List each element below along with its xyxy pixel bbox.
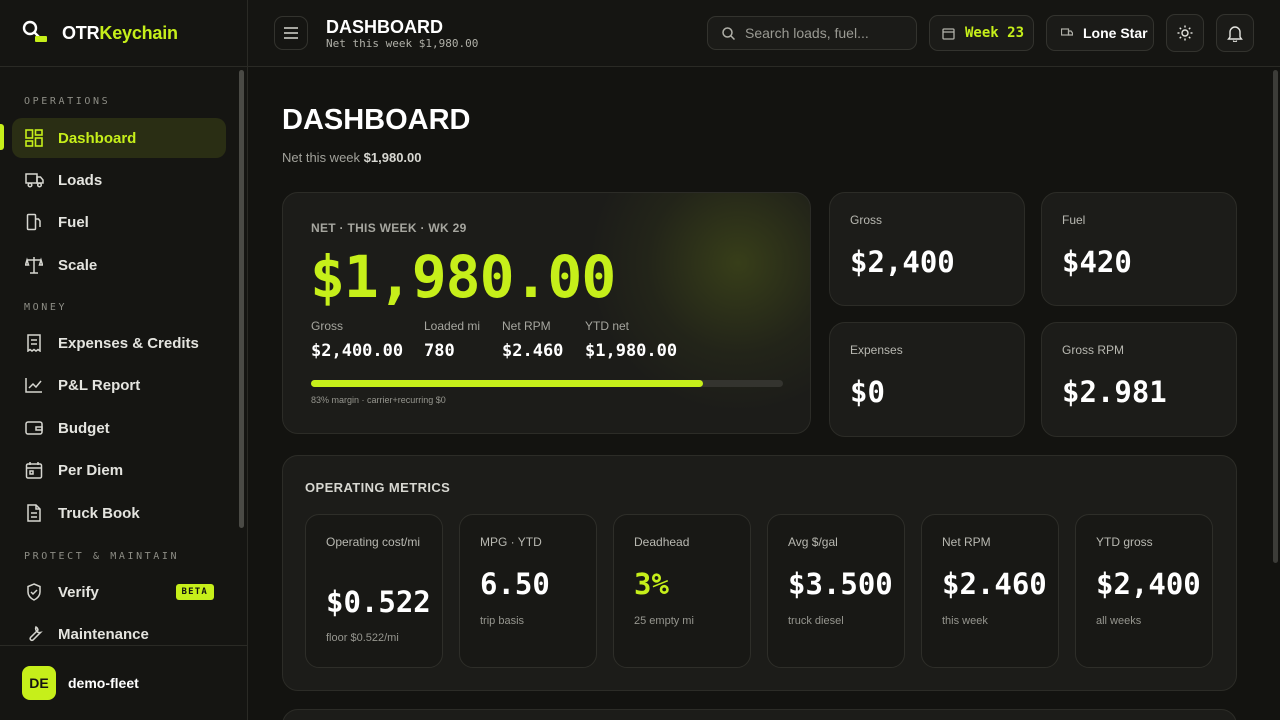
brand-logo[interactable]: OTRKeychain [0,0,247,67]
avatar: DE [22,666,56,700]
sidebar-item-label: Scale [58,256,98,274]
fuel-icon [24,212,44,232]
truck-icon [24,170,44,190]
main-content: DASHBOARD Net this week $1,980.00 NET · … [248,68,1280,720]
sidebar-item-dashboard[interactable]: Dashboard [12,118,226,158]
search-icon [722,26,735,40]
margin-note: 83% margin · carrier+recurring $0 [311,395,446,405]
metric-avg-per-gal: Avg $/gal $3.500 truck diesel [767,514,905,668]
hero-label: NET · THIS WEEK · WK 29 [311,221,467,235]
truck-icon [1061,28,1073,36]
operating-metrics-title: OPERATING METRICS [305,480,451,495]
sidebar-item-pl-report[interactable]: P&L Report [12,365,226,405]
main-scrollbar[interactable] [1273,70,1278,563]
sidebar-item-label: P&L Report [58,376,141,394]
sidebar-item-label: Fuel [58,213,89,231]
dashboard-icon [24,128,44,148]
calendar-icon [942,27,955,40]
calendar-icon [24,460,44,480]
page-title: DASHBOARD [282,104,471,136]
page-subtitle: Net this week $1,980.00 [282,150,422,165]
chart-icon [24,375,44,395]
fuel-card: Fuel $420 [1041,192,1237,306]
margin-progress-bar [311,380,783,387]
sidebar-item-label: Verify [58,583,99,601]
sidebar-item-loads[interactable]: Loads [12,160,226,200]
sidebar-item-label: Per Diem [58,461,124,479]
truck-selector[interactable]: Lone Star [1046,15,1154,51]
sun-icon [1177,25,1193,41]
receipt-icon [24,333,44,353]
search-placeholder: Search loads, fuel... [745,25,869,41]
sidebar-nav: OPERATIONS Dashboard Loads Fuel Scale MO… [0,67,247,645]
bell-icon [1227,25,1243,42]
top-bar: DASHBOARD Net this week $1,980.00 Search… [248,0,1280,67]
sidebar-scrollbar[interactable] [239,70,244,528]
sidebar-item-maintenance[interactable]: Maintenance [12,614,226,645]
sidebar-item-label: Dashboard [58,129,137,147]
beta-badge: BETA [175,584,214,600]
header-title-block: DASHBOARD Net this week $1,980.00 [326,17,478,51]
sidebar-item-scale[interactable]: Scale [12,245,226,285]
notifications-button[interactable] [1216,14,1254,52]
wallet-icon [24,418,44,438]
menu-button[interactable] [274,16,308,50]
sidebar-item-label: Truck Book [58,504,140,522]
operating-metrics-panel: OPERATING METRICS Operating cost/mi $0.52… [282,455,1237,691]
hamburger-icon [284,27,298,39]
expenses-card: Expenses $0 [829,322,1025,437]
hero-stat-net-rpm: Net RPM $2.460 [502,319,564,361]
user-profile[interactable]: DE demo-fleet [0,645,247,720]
sidebar-item-budget[interactable]: Budget [12,408,226,448]
hero-stat-loaded-mi: Loaded mi 780 [424,319,481,361]
key-logo-icon [22,20,47,42]
scale-icon [24,255,44,275]
wrench-icon [24,624,44,644]
section-protect-maintain: PROTECT & MAINTAIN [24,551,180,562]
header-subtitle: Net this week $1,980.00 [326,37,479,50]
metric-mpg-ytd: MPG · YTD 6.50 trip basis [459,514,597,668]
next-panel-peek [282,709,1237,720]
net-hero-card: NET · THIS WEEK · WK 29 $1,980.00 Gross $… [282,192,811,434]
hero-stat-ytd-net: YTD net $1,980.00 [585,319,678,361]
search-input[interactable]: Search loads, fuel... [707,16,917,50]
sidebar: OTRKeychain OPERATIONS Dashboard Loads F… [0,0,248,720]
hero-stat-gross: Gross $2,400.00 [311,319,404,361]
week-label: Week 23 [965,25,1025,41]
sidebar-item-fuel[interactable]: Fuel [12,202,226,242]
shield-icon [24,582,44,602]
metric-net-rpm: Net RPM $2.460 this week [921,514,1059,668]
sidebar-item-truck-book[interactable]: Truck Book [12,493,226,533]
margin-progress-fill [311,380,703,387]
sidebar-item-label: Maintenance [58,625,149,643]
metric-operating-cost: Operating cost/mi $0.522 floor $0.522/mi [305,514,443,668]
sidebar-item-label: Loads [58,171,103,189]
user-name: demo-fleet [68,675,139,691]
sidebar-item-verify[interactable]: Verify BETA [12,572,226,612]
metric-deadhead: Deadhead 3% 25 empty mi [613,514,751,668]
section-money: MONEY [24,302,68,313]
truck-label: Lone Star [1083,25,1148,41]
hero-net-value: $1,980.00 [310,243,616,311]
sidebar-item-per-diem[interactable]: Per Diem [12,450,226,490]
active-indicator [0,124,4,150]
metric-ytd-gross: YTD gross $2,400 all weeks [1075,514,1213,668]
gross-card: Gross $2,400 [829,192,1025,306]
sidebar-item-label: Expenses & Credits [58,334,199,352]
theme-toggle-button[interactable] [1166,14,1204,52]
section-operations: OPERATIONS [24,96,111,107]
brand-name: OTRKeychain [62,22,178,43]
sidebar-item-label: Budget [58,419,110,437]
header-title: DASHBOARD [326,17,443,37]
sidebar-item-expenses[interactable]: Expenses & Credits [12,323,226,363]
document-icon [24,503,44,523]
week-selector[interactable]: Week 23 [929,15,1034,51]
gross-rpm-card: Gross RPM $2.981 [1041,322,1237,437]
